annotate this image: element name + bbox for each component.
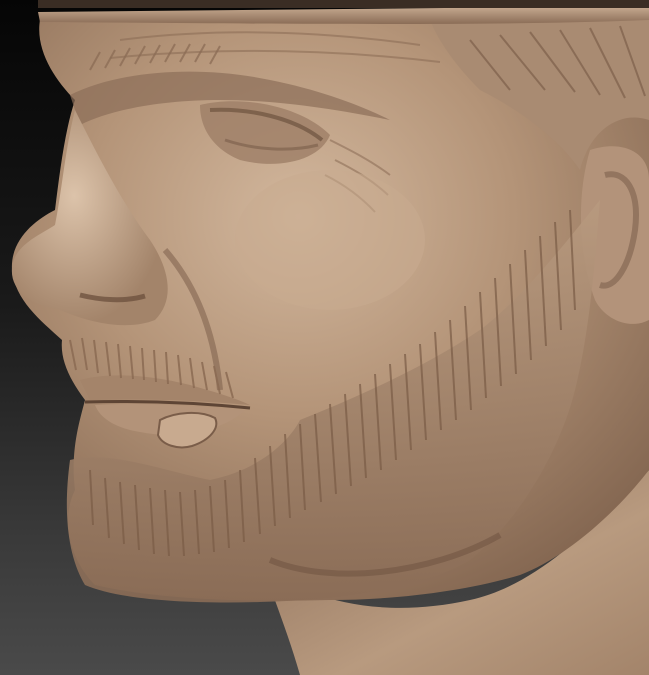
hat-brim (38, 6, 649, 24)
sculpt-render (11, 0, 649, 675)
sculpt-viewport (0, 0, 649, 675)
cheek (235, 170, 425, 310)
